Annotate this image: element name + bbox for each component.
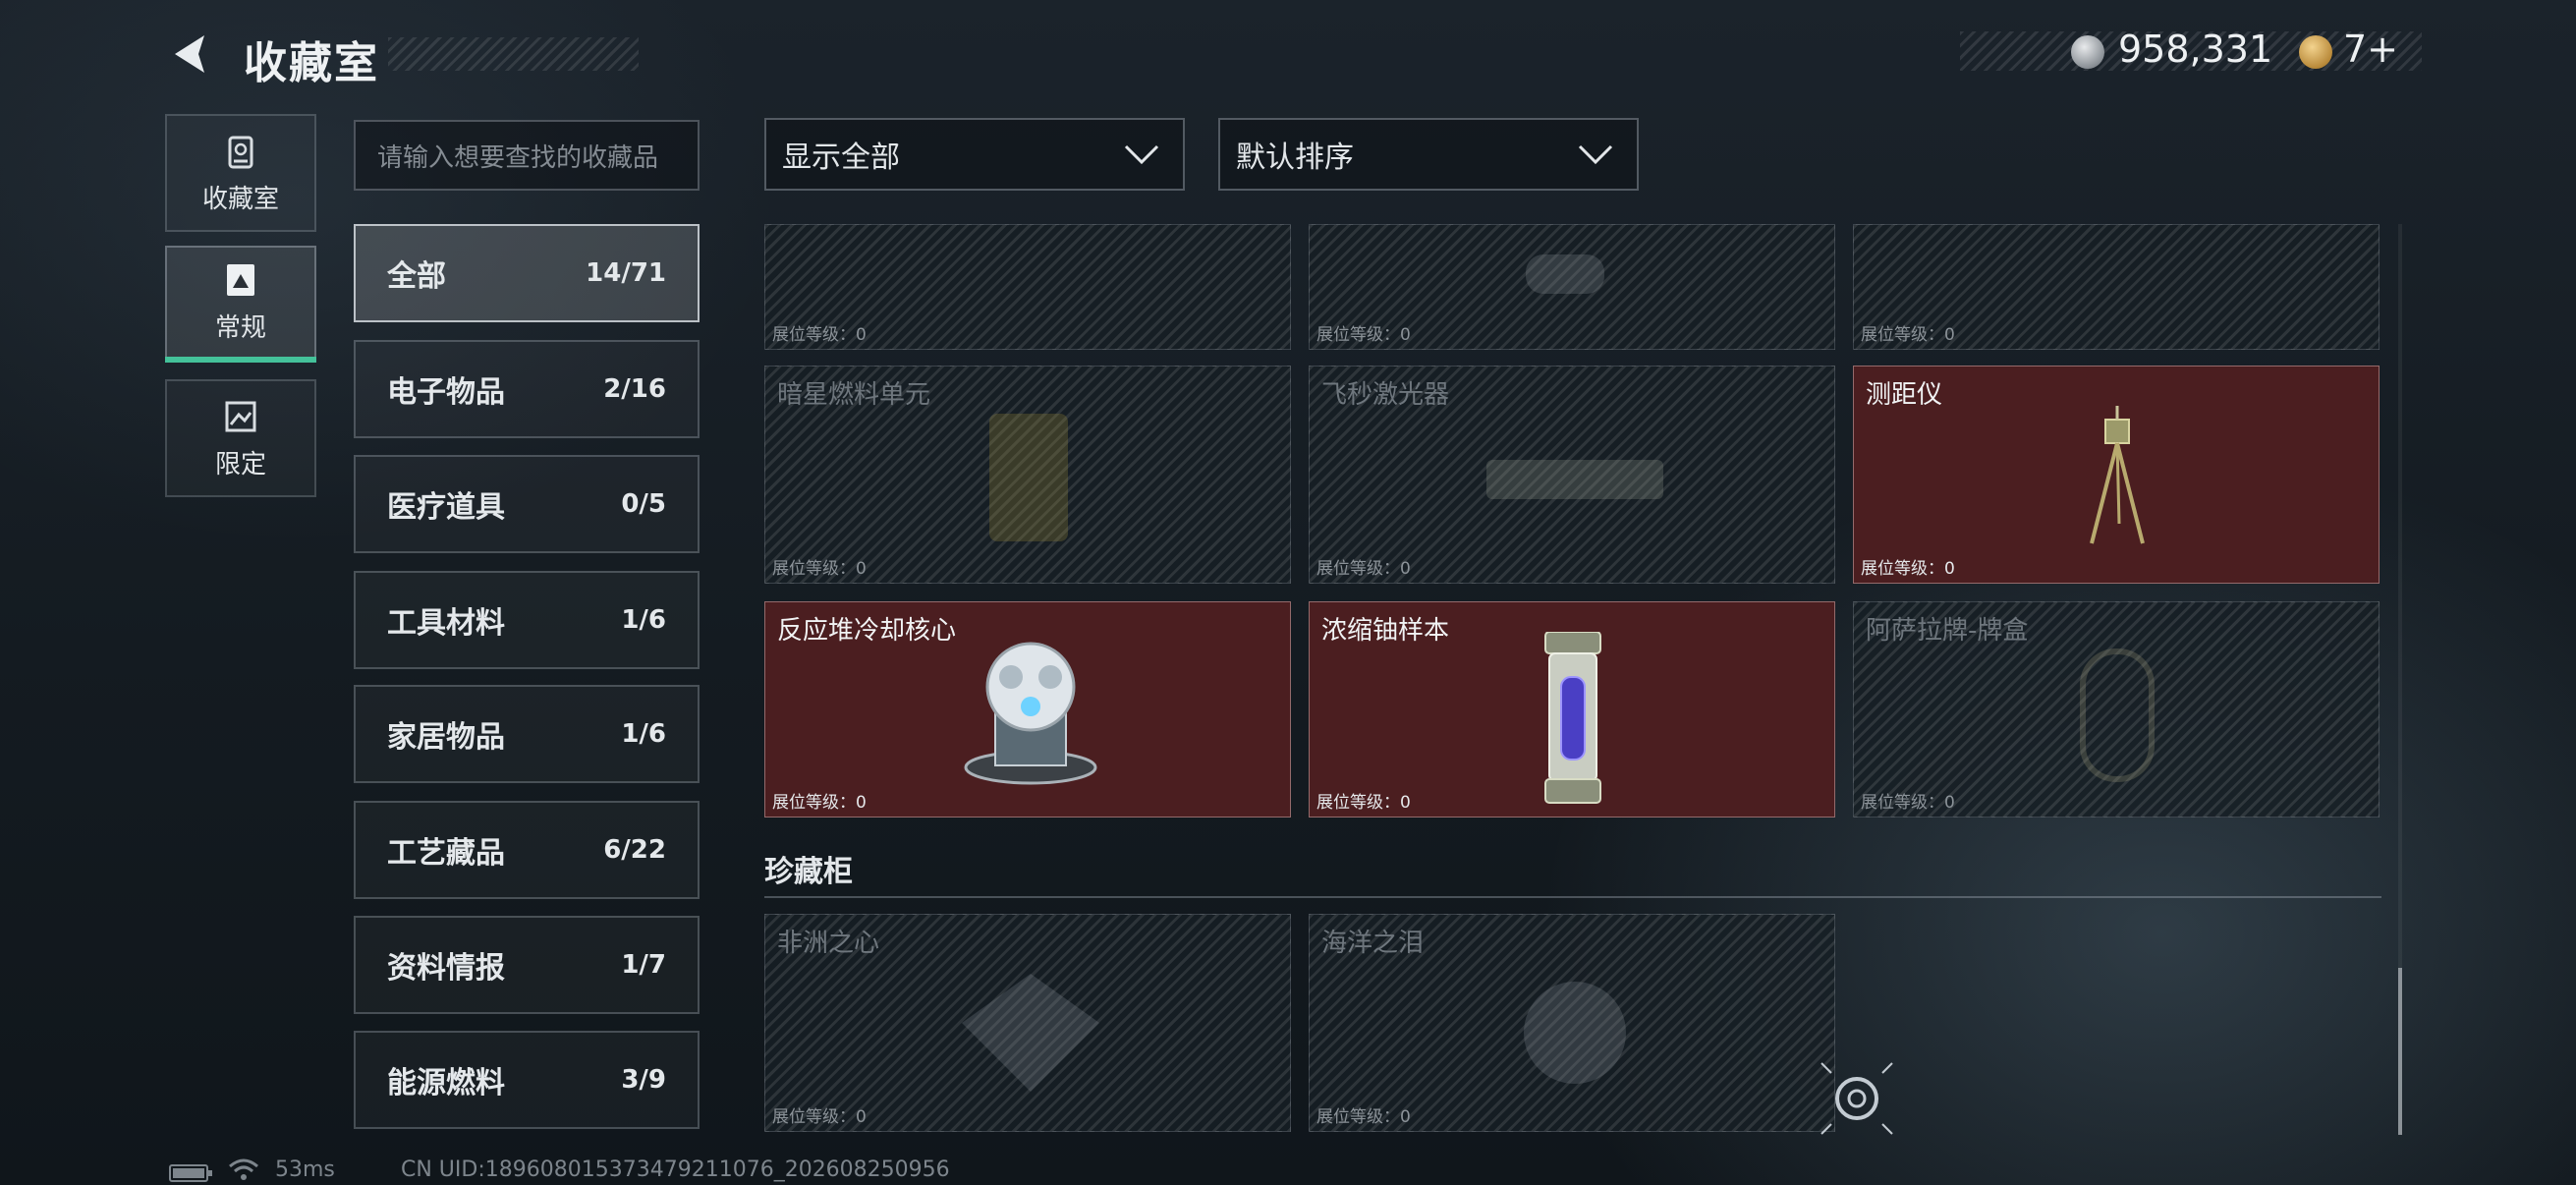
collection-card[interactable]: 测距仪 展位等级：0: [1853, 366, 2380, 584]
show-filter-dropdown[interactable]: 显示全部: [764, 118, 1185, 191]
treasure-card[interactable]: 非洲之心 展位等级：0: [764, 914, 1291, 1132]
category-count: 14/71: [586, 258, 666, 288]
card-name: 海洋之泪: [1321, 929, 1425, 958]
uid-label: CN UID:1896080153734792110​76_2026082509…: [401, 1157, 950, 1182]
nav-limited[interactable]: 限定: [165, 379, 316, 497]
trash-bin-icon: [228, 136, 253, 168]
card-name: 非洲之心: [777, 929, 880, 958]
category-electronics[interactable]: 电子物品 2/16: [354, 340, 700, 438]
wifi-icon: [229, 1158, 258, 1180]
nav-label: 限定: [214, 449, 266, 480]
card-level: 展位等级：0: [772, 325, 867, 345]
landscape-icon: [225, 401, 256, 431]
category-count: 1/6: [621, 605, 666, 635]
category-household[interactable]: 家居物品 1/6: [354, 685, 700, 783]
treasure-card[interactable]: 海洋之泪 展位等级：0: [1309, 914, 1835, 1132]
nav-label: 收藏室: [201, 184, 279, 214]
card-box-icon: [2068, 642, 2166, 789]
category-count: 2/16: [603, 374, 666, 404]
category-label: 工艺藏品: [387, 836, 505, 871]
category-count: 1/7: [621, 950, 666, 980]
card-name: 飞秒激光器: [1321, 380, 1450, 410]
scrollbar-thumb[interactable]: [2398, 968, 2402, 1135]
category-tools[interactable]: 工具材料 1/6: [354, 571, 700, 669]
category-intel[interactable]: 资料情报 1/7: [354, 916, 700, 1014]
category-label: 能源燃料: [387, 1066, 505, 1100]
fuel-cell-icon: [980, 404, 1078, 551]
category-count: 3/9: [621, 1065, 666, 1095]
collection-card[interactable]: 浓缩铀样本 展位等级：0: [1309, 601, 1835, 818]
category-count: 0/5: [621, 489, 666, 519]
nav-regular[interactable]: 常规: [165, 246, 316, 359]
rangefinder-tripod-icon: [2090, 406, 2145, 544]
item-silhouette-icon: [1506, 235, 1624, 313]
card-level: 展位等级：0: [1861, 559, 1955, 579]
gold-balance[interactable]: 7+: [2343, 28, 2398, 71]
nav-active-indicator: [165, 357, 316, 363]
collection-card[interactable]: 暗星燃料单元 展位等级：0: [764, 366, 1291, 584]
card-name: 浓缩铀样本: [1321, 616, 1450, 646]
card-name: 暗星燃料单元: [777, 380, 931, 410]
picture-frame-icon: [227, 264, 254, 296]
nav-collection-room[interactable]: 收藏室: [165, 114, 316, 232]
sort-dropdown[interactable]: 默认排序: [1218, 118, 1639, 191]
category-medical[interactable]: 医疗道具 0/5: [354, 455, 700, 553]
title-decoration: [388, 37, 639, 71]
reactor-core-icon: [964, 642, 1097, 785]
coin-balance: 958,331: [2118, 28, 2273, 71]
card-level: 展位等级：0: [1316, 325, 1411, 345]
card-level: 展位等级：0: [772, 1107, 867, 1127]
pearl-icon: [1506, 964, 1644, 1101]
dropdown-value: 默认排序: [1236, 141, 1354, 175]
card-name: 测距仪: [1866, 380, 1943, 410]
section-title: 珍藏柜: [764, 855, 853, 889]
category-count: 1/6: [621, 719, 666, 749]
nav-label: 常规: [214, 313, 266, 343]
category-crafts[interactable]: 工艺藏品 6/22: [354, 801, 700, 899]
card-level: 展位等级：0: [772, 559, 867, 579]
card-level: 展位等级：0: [1316, 1107, 1411, 1127]
category-label: 电子物品: [387, 375, 505, 410]
category-label: 全部: [387, 259, 446, 294]
collection-card[interactable]: 反应堆冷却核心 展位等级：0: [764, 601, 1291, 818]
card-level: 展位等级：0: [1316, 793, 1411, 813]
category-label: 家居物品: [387, 720, 505, 755]
category-label: 资料情报: [387, 951, 505, 986]
card-level: 展位等级：0: [1861, 793, 1955, 813]
section-divider: [764, 896, 2381, 898]
card-name: 反应堆冷却核心: [777, 616, 957, 646]
uranium-canister-icon: [1544, 632, 1601, 804]
category-label: 医疗道具: [387, 490, 505, 525]
diamond-icon: [952, 964, 1109, 1101]
category-all[interactable]: 全部 14/71: [354, 224, 700, 322]
silver-coin-icon: [2071, 35, 2104, 69]
collection-card[interactable]: 飞秒激光器 展位等级：0: [1309, 366, 1835, 584]
collection-card[interactable]: 展位等级：0: [1309, 224, 1835, 350]
category-fuel[interactable]: 能源燃料 3/9: [354, 1031, 700, 1129]
collection-card[interactable]: 阿萨拉牌-牌盒 展位等级：0: [1853, 601, 2380, 818]
category-count: 6/22: [603, 835, 666, 865]
page-title: 收藏室: [244, 38, 379, 88]
card-name: 阿萨拉牌-牌盒: [1866, 616, 2029, 646]
crosshair-icon[interactable]: [1818, 1059, 1896, 1138]
laser-icon: [1477, 445, 1673, 514]
dropdown-value: 显示全部: [782, 141, 900, 175]
collection-card[interactable]: 展位等级：0: [1853, 224, 2380, 350]
category-label: 工具材料: [387, 606, 505, 641]
chevron-down-icon: [1124, 144, 1159, 165]
gold-coin-icon: [2299, 35, 2332, 69]
battery-icon: [169, 1164, 212, 1182]
ping-label: 53ms: [275, 1157, 335, 1182]
collection-card[interactable]: 展位等级：0: [764, 224, 1291, 350]
card-level: 展位等级：0: [772, 793, 867, 813]
chevron-down-icon: [1578, 144, 1613, 165]
card-level: 展位等级：0: [1861, 325, 1955, 345]
back-arrow-icon[interactable]: [165, 29, 214, 79]
search-input[interactable]: 请输入想要查找的收藏品: [354, 120, 700, 191]
card-level: 展位等级：0: [1316, 559, 1411, 579]
